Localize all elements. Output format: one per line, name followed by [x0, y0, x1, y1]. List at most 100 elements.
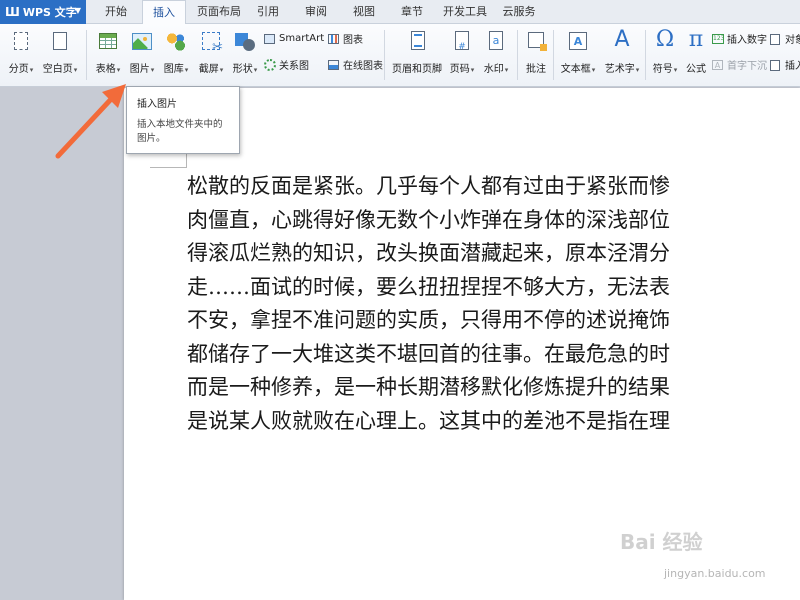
picture-label: 图片: [129, 64, 150, 75]
object-icon: [770, 33, 782, 45]
header-footer-button[interactable]: 页眉和页脚: [391, 29, 443, 79]
margin-corner-mark: [150, 167, 186, 168]
drop-cap-label: 首字下沉: [727, 61, 767, 72]
paragraph-line: 肉僵直，心跳得好像无数个小炸弹在身体的深浅部位: [187, 207, 670, 232]
shape-icon: [234, 31, 256, 53]
watermark-label: 水印: [483, 64, 504, 75]
textbox-button[interactable]: A 文本框▾: [558, 29, 598, 79]
object-button[interactable]: 对象: [770, 31, 800, 46]
tab-cloud[interactable]: 云服务: [496, 0, 542, 24]
header-footer-icon: [406, 31, 428, 53]
paragraph-line: 都储存了一大堆这类不堪回首的往事。在最危急的时: [187, 341, 670, 366]
tab-home[interactable]: 开始: [94, 0, 138, 24]
page-break-label: 分页: [8, 64, 29, 75]
tab-view[interactable]: 视图: [346, 0, 382, 24]
picture-icon: [131, 31, 153, 53]
page-number-button[interactable]: # 页码▾: [446, 29, 478, 79]
paragraph-line: 得滚瓜烂熟的知识，改头换面潜藏起来，原本泾渭分: [187, 241, 670, 265]
insert-number-label: 插入数字: [727, 35, 767, 46]
tab-insert[interactable]: 插入: [142, 0, 186, 25]
table-label: 表格: [95, 64, 116, 75]
formula-label: 公式: [686, 64, 706, 75]
page-break-icon: [10, 31, 32, 53]
tooltip-title: 插入图片: [137, 99, 177, 110]
omega-icon: Ω: [655, 27, 675, 52]
blank-page-button[interactable]: 空白页▾: [40, 29, 80, 79]
drop-cap-button[interactable]: A 首字下沉: [712, 57, 767, 72]
chart-icon: [328, 33, 340, 45]
app-menu-button[interactable]: Ш WPS 文字 ▼: [0, 0, 86, 24]
textbox-label: 文本框: [560, 64, 591, 75]
paragraph-line: 松散的反面是紧张。几乎每个人都有过由于紧张而惨: [187, 174, 670, 198]
blank-page-icon: [49, 31, 71, 53]
textbox-icon: A: [567, 31, 589, 53]
shape-label: 形状: [232, 64, 253, 75]
ribbon-separator: [645, 30, 646, 80]
watermark-icon: a: [485, 31, 507, 53]
header-footer-label: 页眉和页脚: [392, 64, 442, 75]
table-button[interactable]: 表格▾: [91, 29, 125, 79]
ribbon-insert: 分页▾ 空白页▾ 表格▾ 图片▾ 图库▾ 截屏▾ 形状▾ SmartArt 图表…: [0, 24, 800, 87]
tab-page-layout[interactable]: 页面布局: [190, 0, 248, 24]
watermark-button[interactable]: a 水印▾: [480, 29, 512, 79]
page-break-button[interactable]: 分页▾: [5, 29, 37, 79]
online-chart-icon: [328, 59, 340, 71]
insert-more-button[interactable]: 插入: [770, 57, 800, 72]
page-number-label: 页码: [449, 64, 470, 75]
paragraph-line: 不安，拿捏不准问题的实质，只得用不停的述说掩饰: [187, 308, 670, 332]
wordart-label: 艺术字: [604, 64, 635, 75]
insert-number-icon: 123: [712, 33, 725, 44]
insert-more-icon: [770, 59, 782, 71]
tab-review[interactable]: 审阅: [298, 0, 334, 24]
gallery-icon: [165, 31, 187, 53]
insert-more-label: 插入: [785, 61, 800, 72]
app-name: WPS 文字: [22, 6, 77, 19]
object-label: 对象: [785, 35, 800, 46]
symbol-button[interactable]: Ω 符号▾: [649, 27, 681, 79]
screenshot-label: 截屏: [198, 64, 219, 75]
tab-references[interactable]: 引用: [250, 0, 286, 24]
picture-button[interactable]: 图片▾: [126, 29, 158, 79]
chart-label: 图表: [343, 35, 363, 46]
comment-button[interactable]: 批注: [522, 29, 550, 79]
insert-number-button[interactable]: 123 插入数字: [712, 31, 767, 46]
menu-tab-bar: Ш WPS 文字 ▼ 开始 插入 页面布局 引用 审阅 视图 章节 开发工具 云…: [0, 0, 800, 25]
relation-diagram-icon: [264, 58, 276, 71]
drop-cap-icon: A: [712, 59, 724, 71]
tab-developer[interactable]: 开发工具: [438, 0, 492, 24]
shape-button[interactable]: 形状▾: [229, 29, 261, 79]
relation-diagram-label: 关系图: [279, 61, 309, 72]
paragraph-line: 是说某人败就败在心理上。这其中的差池不是指在理: [187, 408, 670, 433]
tooltip-description: 插入本地文件夹中的图片。: [137, 119, 223, 144]
wordart-icon: A: [614, 27, 630, 52]
ribbon-separator: [553, 30, 554, 80]
ribbon-separator: [86, 30, 87, 80]
gallery-label: 图库: [163, 64, 184, 75]
tab-sections[interactable]: 章节: [394, 0, 430, 24]
online-chart-label: 在线图表: [343, 61, 383, 72]
comment-icon: [525, 31, 547, 53]
ribbon-separator: [384, 30, 385, 80]
annotation-arrow-icon: [55, 84, 126, 159]
comment-label: 批注: [526, 64, 546, 75]
pi-icon: π: [688, 27, 704, 52]
online-chart-button[interactable]: 在线图表: [328, 57, 383, 72]
smartart-button[interactable]: SmartArt: [264, 31, 324, 46]
watermark-logo: Bai 经验: [620, 530, 703, 554]
formula-button[interactable]: π 公式: [683, 27, 709, 79]
app-menu-caret-icon: ▼: [74, 6, 81, 15]
smartart-icon: [264, 33, 276, 45]
gallery-button[interactable]: 图库▾: [160, 29, 192, 79]
screenshot-button[interactable]: 截屏▾: [195, 29, 227, 79]
wps-logo-icon: Ш: [5, 5, 20, 19]
relation-diagram-button[interactable]: 关系图: [264, 57, 309, 72]
symbol-label: 符号: [652, 64, 673, 75]
chart-button[interactable]: 图表: [328, 31, 363, 46]
page-number-icon: #: [451, 31, 473, 53]
watermark-url: jingyan.baidu.com: [664, 567, 766, 580]
paragraph-line: 走……面试的时候，要么扭扭捏捏不够大方，无法表: [187, 274, 670, 299]
screenshot-icon: [200, 31, 223, 55]
wordart-button[interactable]: A 艺术字▾: [602, 27, 642, 79]
document-body[interactable]: 松散的反面是紧张。几乎每个人都有过由于紧张而惨 肉僵直，心跳得好像无数个小炸弹在…: [187, 170, 707, 438]
smartart-label: SmartArt: [279, 33, 325, 44]
